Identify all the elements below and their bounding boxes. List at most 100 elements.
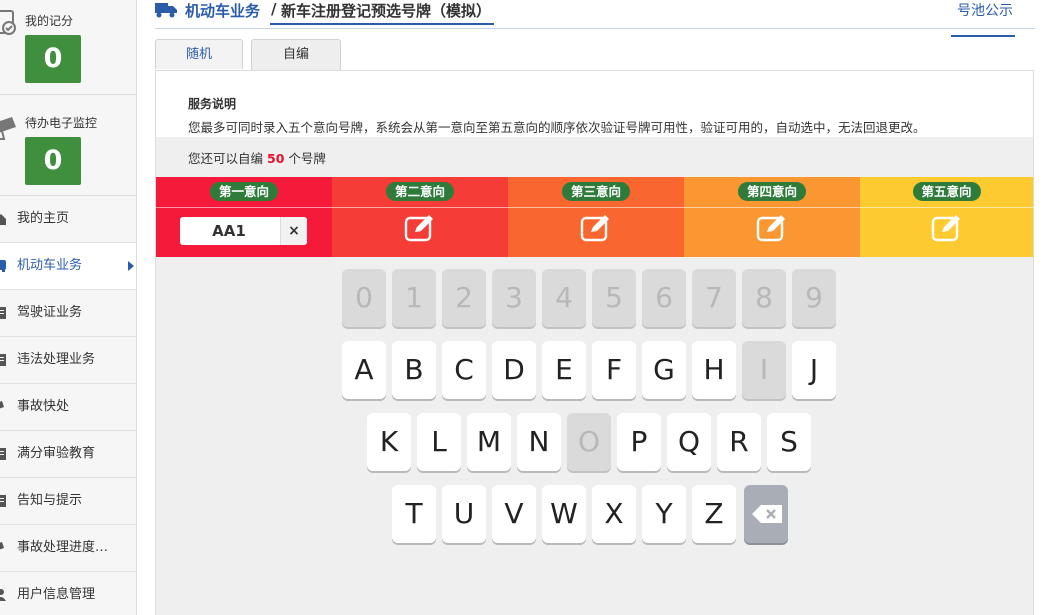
key-f[interactable]: F	[592, 341, 636, 399]
key-r[interactable]: R	[717, 413, 761, 471]
title-underline	[270, 23, 494, 25]
choice-3[interactable]: 第三意向	[508, 177, 684, 257]
choice-label: 第三意向	[561, 182, 631, 201]
document-icon	[0, 354, 6, 366]
key-m[interactable]: M	[467, 413, 511, 471]
main-panel: 服务说明 您最多可同时录入五个意向号牌，系统会从第一意向至第五意向的顺序依次验证…	[155, 70, 1034, 615]
key-a[interactable]: A	[342, 341, 386, 399]
choice-divider	[332, 207, 508, 208]
key-v[interactable]: V	[492, 485, 536, 543]
edit-icon[interactable]	[931, 214, 963, 242]
tab-random[interactable]: 随机	[155, 39, 243, 69]
key-l[interactable]: L	[417, 413, 461, 471]
choice-5[interactable]: 第五意向	[860, 177, 1033, 257]
sidebar-item-vehicle[interactable]: 机动车业务	[0, 243, 136, 290]
sidebar-item-user-info[interactable]: 用户信息管理	[0, 572, 136, 615]
pool-link-underline	[951, 35, 1015, 37]
sidebar-item-accident-progress[interactable]: 事故处理进度…	[0, 525, 136, 572]
document-icon	[0, 307, 6, 319]
sidebar-item-label: 我的主页	[17, 211, 70, 226]
user-icon	[0, 589, 6, 601]
home-icon	[0, 214, 6, 225]
tab-custom[interactable]: 自编	[251, 39, 341, 71]
key-t[interactable]: T	[392, 485, 436, 543]
key-q[interactable]: Q	[667, 413, 711, 471]
plate-value: AA1	[212, 222, 246, 240]
key-4[interactable]: 4	[542, 269, 586, 327]
document-icon	[0, 495, 6, 507]
choice-2[interactable]: 第二意向	[332, 177, 508, 257]
key-7[interactable]: 7	[692, 269, 736, 327]
key-h[interactable]: H	[692, 341, 736, 399]
key-n[interactable]: N	[517, 413, 561, 471]
car-crash-icon	[0, 401, 4, 409]
score-value[interactable]: 0	[25, 35, 81, 83]
key-9[interactable]: 9	[792, 269, 836, 327]
score-block[interactable]: 我的记分 0	[0, 0, 136, 95]
truck-icon	[155, 3, 177, 18]
score-label: 我的记分	[25, 14, 74, 28]
backspace-icon	[752, 505, 782, 523]
choice-divider	[684, 207, 860, 208]
monitor-label: 待办电子监控	[25, 116, 98, 130]
edit-icon[interactable]	[580, 214, 612, 242]
key-c[interactable]: C	[442, 341, 486, 399]
remaining-number: 50	[267, 151, 285, 166]
key-e[interactable]: E	[542, 341, 586, 399]
plate-pool-link[interactable]: 号池公示	[957, 0, 1013, 20]
choice-label: 第一意向	[209, 182, 279, 201]
choice-1[interactable]: 第一意向 AA1 ×	[156, 177, 332, 257]
key-3[interactable]: 3	[492, 269, 536, 327]
sidebar-item-notice[interactable]: 告知与提示	[0, 478, 136, 525]
monitor-block[interactable]: 待办电子监控 0	[0, 95, 136, 196]
choice-divider	[508, 207, 684, 208]
edit-icon[interactable]	[404, 214, 436, 242]
key-j[interactable]: J	[792, 341, 836, 399]
key-o[interactable]: O	[567, 413, 611, 471]
sidebar-item-home[interactable]: 我的主页	[0, 196, 136, 243]
breadcrumb-section[interactable]: 机动车业务	[185, 0, 260, 21]
key-z[interactable]: Z	[692, 485, 736, 543]
key-0[interactable]: 0	[342, 269, 386, 327]
key-w[interactable]: W	[542, 485, 586, 543]
key-6[interactable]: 6	[642, 269, 686, 327]
plate-entry[interactable]: AA1 ×	[180, 217, 307, 245]
key-k[interactable]: K	[367, 413, 411, 471]
choice-label: 第五意向	[912, 182, 981, 201]
sidebar-item-accident-quick[interactable]: 事故快处	[0, 384, 136, 431]
backspace-key[interactable]	[744, 485, 788, 543]
certificate-icon	[0, 10, 16, 35]
sidebar-item-education[interactable]: 满分审验教育	[0, 431, 136, 478]
key-d[interactable]: D	[492, 341, 536, 399]
choice-divider	[156, 207, 332, 208]
choice-strip: 第一意向 AA1 × 第二意向 第三意向 第四意向 第五意向	[156, 177, 1033, 257]
sidebar-item-violation[interactable]: 违法处理业务	[0, 337, 136, 384]
key-s[interactable]: S	[767, 413, 811, 471]
key-i[interactable]: I	[742, 341, 786, 399]
key-x[interactable]: X	[592, 485, 636, 543]
choice-label: 第二意向	[385, 182, 455, 201]
sidebar-item-label: 满分审验教育	[17, 446, 96, 461]
key-p[interactable]: P	[617, 413, 661, 471]
key-2[interactable]: 2	[442, 269, 486, 327]
sidebar-item-label: 违法处理业务	[17, 352, 96, 367]
choice-4[interactable]: 第四意向	[684, 177, 860, 257]
edit-icon[interactable]	[756, 214, 788, 242]
key-5[interactable]: 5	[592, 269, 636, 327]
key-b[interactable]: B	[392, 341, 436, 399]
camera-icon	[0, 117, 16, 140]
sidebar-item-label: 事故快处	[17, 399, 70, 414]
choice-divider	[860, 207, 1033, 208]
clear-plate-button[interactable]: ×	[280, 217, 307, 245]
key-y[interactable]: Y	[642, 485, 686, 543]
remaining-prefix: 您还可以自编	[188, 151, 264, 166]
key-1[interactable]: 1	[392, 269, 436, 327]
key-g[interactable]: G	[642, 341, 686, 399]
car-icon	[0, 260, 6, 272]
key-u[interactable]: U	[442, 485, 486, 543]
sidebar-item-license[interactable]: 驾驶证业务	[0, 290, 136, 337]
key-8[interactable]: 8	[742, 269, 786, 327]
car-crash-icon	[0, 542, 4, 550]
monitor-value[interactable]: 0	[25, 137, 81, 185]
sidebar: 我的记分 0 待办电子监控 0 我的主页 机动车业务 驾驶证业务 违法处理业务 …	[0, 0, 137, 615]
